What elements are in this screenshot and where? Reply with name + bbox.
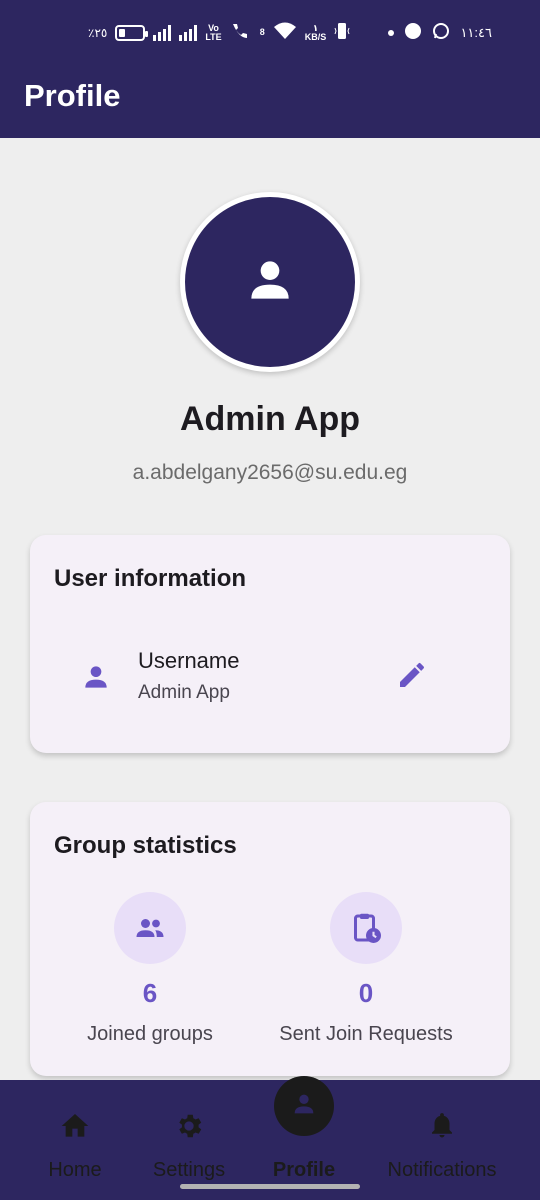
home-indicator[interactable] (180, 1184, 360, 1189)
edit-username-button[interactable] (392, 657, 432, 697)
stat-label: Joined groups (87, 1023, 213, 1045)
signal-icon (179, 24, 198, 41)
nav-label: Profile (272, 1159, 336, 1181)
status-left-cluster: ٪٢٥ Vo LTE 8 ١ KB/S (88, 22, 350, 43)
nav-item-notifications[interactable]: Notifications (372, 1080, 512, 1200)
status-right-cluster: ١١:٤٦ (388, 22, 492, 43)
person-icon (242, 252, 298, 313)
settings-gear-icon (173, 1110, 205, 1147)
app-icon (404, 22, 422, 43)
call-icon (230, 22, 252, 43)
stat-value: 6 (142, 978, 158, 1008)
bell-icon (427, 1110, 457, 1145)
battery-fill (119, 28, 125, 37)
nav-item-profile[interactable]: Profile (259, 1076, 349, 1200)
nav-item-home[interactable]: Home (30, 1080, 120, 1200)
nav-label: Settings (152, 1159, 226, 1181)
user-information-card: User information Username Admin App (30, 535, 510, 753)
edit-pencil-icon (396, 659, 428, 696)
profile-name: Admin App (179, 400, 361, 438)
active-indicator (274, 1076, 334, 1136)
stat-joined-groups: 6 Joined groups (40, 892, 260, 1046)
wifi-icon (273, 22, 297, 43)
stat-sent-join-requests: 0 Sent Join Requests (256, 892, 476, 1046)
bottom-navigation: Home Settings Profile Notifications (0, 1076, 540, 1200)
stat-label: Sent Join Requests (279, 1023, 453, 1045)
dot-icon (388, 29, 395, 36)
pending-clipboard-icon (330, 892, 402, 964)
data-speed-icon: ١ KB/S (304, 22, 327, 42)
status-bar: ٪٢٥ Vo LTE 8 ١ KB/S ١١:٤٦ (0, 0, 540, 68)
nav-label: Notifications (387, 1159, 497, 1181)
nav-label: Home (48, 1159, 102, 1181)
username-label: Username (138, 648, 240, 673)
groups-icon (114, 892, 186, 964)
whatsapp-icon (432, 22, 450, 43)
status-time: ١١:٤٦ (460, 24, 492, 40)
sim-number: 8 (259, 27, 265, 37)
stat-value: 0 (358, 978, 374, 1008)
group-statistics-card: Group statistics 6 Joined groups 0 Sent … (30, 802, 510, 1076)
vibrate-icon (334, 22, 350, 43)
avatar[interactable] (180, 192, 360, 372)
volte-icon: Vo LTE (205, 22, 222, 42)
person-icon (290, 1090, 318, 1123)
profile-email: a.abdelgany2656@su.edu.eg (132, 461, 408, 484)
person-icon (80, 661, 112, 698)
signal-icon (153, 24, 172, 41)
home-icon (59, 1110, 91, 1147)
username-value: Admin App (138, 682, 230, 703)
battery-icon (115, 24, 149, 41)
battery-percent: ٪٢٥ (88, 25, 108, 40)
card-title: User information (54, 565, 247, 592)
card-title: Group statistics (54, 832, 237, 859)
page-title: Profile (24, 78, 121, 113)
nav-item-settings[interactable]: Settings (139, 1080, 239, 1200)
app-bar: Profile (0, 68, 540, 138)
